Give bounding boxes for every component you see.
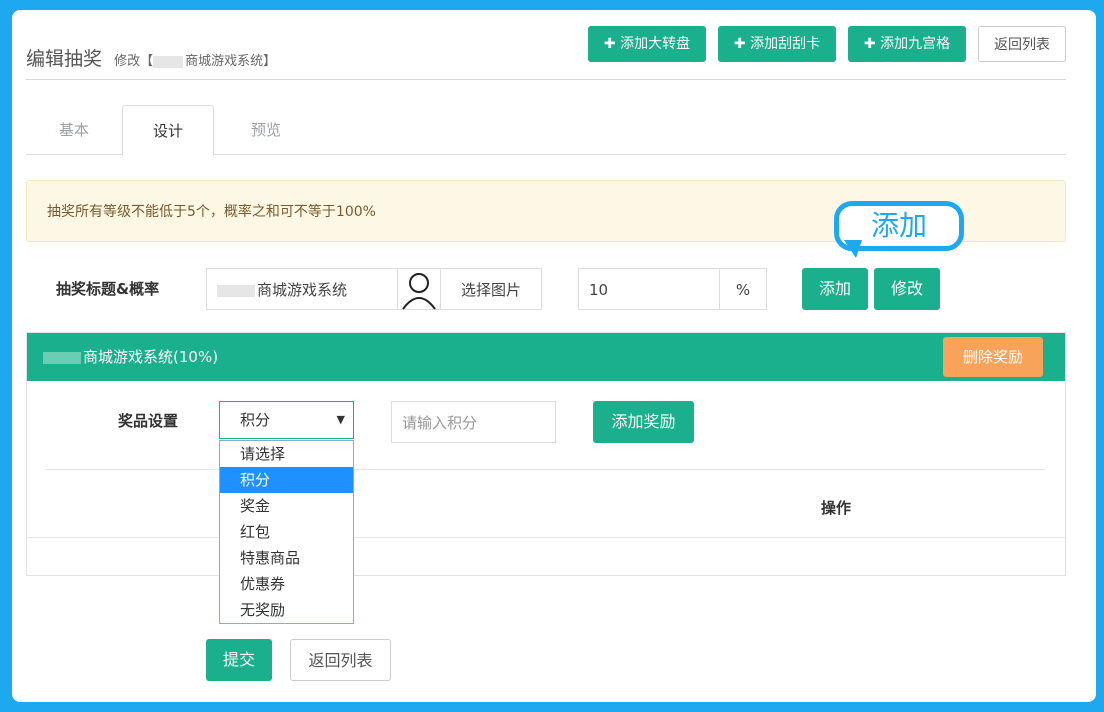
page-header: 编辑抽奖 修改【 商城游戏系统】 ✚ 添加大转盘 ✚ 添加刮刮卡 ✚ 添加九宫格 … (26, 26, 1066, 80)
submit-button[interactable]: 提交 (206, 639, 272, 681)
tab-basic[interactable]: 基本 (26, 105, 122, 155)
footer-back-to-list-button[interactable]: 返回列表 (290, 639, 391, 681)
redacted-text (217, 284, 255, 297)
divider (27, 537, 1065, 538)
prize-type-select[interactable]: 积分 ▼ (219, 401, 354, 439)
tab-bar: 基本 设计 预览 (26, 105, 1066, 156)
option-no-reward[interactable]: 无奖励 (220, 597, 353, 623)
probability-input[interactable]: 10 (578, 268, 720, 310)
option-please-select[interactable]: 请选择 (220, 441, 353, 467)
back-to-list-button[interactable]: 返回列表 (978, 26, 1066, 62)
delete-reward-button[interactable]: 删除奖励 (943, 337, 1043, 377)
edit-button[interactable]: 修改 (874, 268, 940, 310)
tab-preview[interactable]: 预览 (214, 105, 318, 155)
operation-column-header: 操作 (821, 499, 852, 517)
prize-panel-header: 商城游戏系统(10%) (27, 333, 1065, 381)
page-title: 编辑抽奖 修改【 商城游戏系统】 (26, 48, 277, 70)
callout-tail (844, 240, 862, 258)
user-icon (402, 273, 436, 310)
image-preview (397, 268, 441, 310)
add-button[interactable]: 添加 (802, 268, 868, 310)
lottery-title-input[interactable]: 商城游戏系统 (206, 268, 398, 310)
prize-type-dropdown: 请选择 积分 奖金 红包 特惠商品 优惠券 无奖励 (219, 440, 354, 624)
prize-setting-label: 奖品设置 (118, 412, 179, 430)
divider (45, 469, 1045, 470)
prize-panel-title: 商城游戏系统(10%) (83, 348, 219, 366)
option-points[interactable]: 积分 (220, 467, 353, 493)
add-wheel-button[interactable]: ✚ 添加大转盘 (588, 26, 706, 62)
title-probability-label: 抽奖标题&概率 (56, 280, 160, 298)
page-subtitle-prefix: 修改【 (114, 54, 154, 69)
add-reward-button[interactable]: 添加奖励 (593, 401, 694, 443)
redacted-text (43, 351, 81, 364)
option-coupon[interactable]: 优惠券 (220, 571, 353, 597)
option-bonus[interactable]: 奖金 (220, 493, 353, 519)
prize-panel: 商城游戏系统(10%) 删除奖励 操作 (26, 332, 1066, 576)
percent-addon: % (719, 268, 767, 310)
option-special-goods[interactable]: 特惠商品 (220, 545, 353, 571)
choose-image-button[interactable]: 选择图片 (440, 268, 542, 310)
dropdown-arrow-icon: ▼ (336, 413, 345, 426)
redacted-text (153, 55, 184, 68)
edit-lottery-page: 编辑抽奖 修改【 商城游戏系统】 ✚ 添加大转盘 ✚ 添加刮刮卡 ✚ 添加九宫格 … (12, 10, 1096, 702)
option-red-packet[interactable]: 红包 (220, 519, 353, 545)
tab-design[interactable]: 设计 (122, 105, 214, 156)
page-subtitle-name: 商城游戏系统】 (185, 54, 277, 69)
lottery-title-value: 商城游戏系统 (257, 281, 348, 299)
add-scratch-card-button[interactable]: ✚ 添加刮刮卡 (718, 26, 836, 62)
points-input[interactable]: 请输入积分 (391, 401, 556, 443)
add-grid-button[interactable]: ✚ 添加九宫格 (848, 26, 966, 62)
